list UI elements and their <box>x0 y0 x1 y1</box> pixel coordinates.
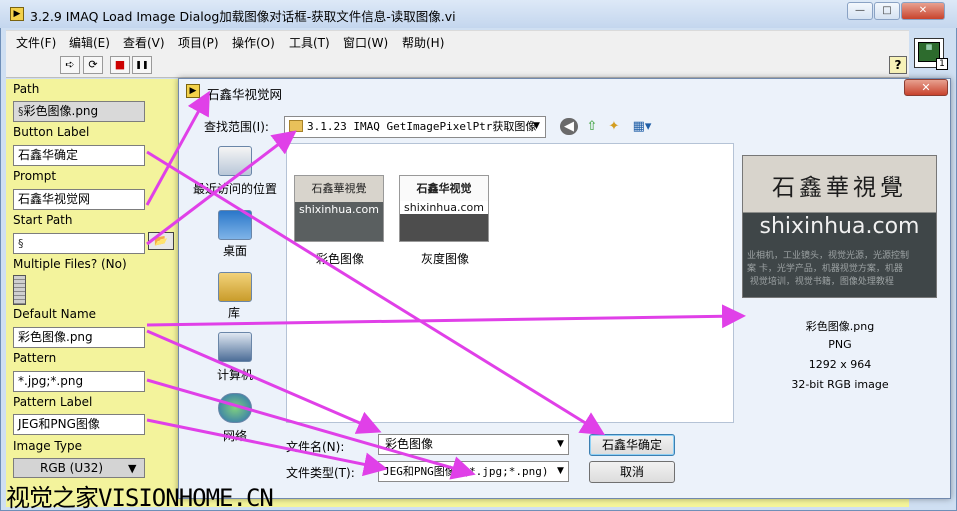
preview-caption: 石鑫華視覺 <box>772 175 907 201</box>
menu-bar: 文件(F) 编辑(E) 查看(V) 项目(P) 操作(O) 工具(T) 窗口(W… <box>6 30 909 52</box>
thumbnail-url: shixinhua.com <box>299 203 379 216</box>
menu-view[interactable]: 查看(V) <box>123 34 165 51</box>
dialog-title: 石鑫华视觉网 <box>207 87 283 102</box>
library-icon[interactable] <box>218 272 252 302</box>
pattern-label-input[interactable]: JEG和PNG图像 <box>13 414 145 435</box>
minimize-icon[interactable]: — <box>847 2 873 20</box>
file-thumbnail[interactable]: 石鑫华视觉 shixinhua.com <box>399 175 489 242</box>
menu-edit[interactable]: 编辑(E) <box>69 34 110 51</box>
place-network[interactable]: 网络 <box>223 427 247 444</box>
file-thumbnail[interactable]: 石鑫華視覺 shixinhua.com <box>294 175 384 242</box>
thumbnail-caption: 石鑫华视觉 <box>416 182 472 195</box>
window-title: 3.2.9 IMAQ Load Image Dialog加载图像对话框-获取文件… <box>30 9 456 24</box>
menu-window[interactable]: 窗口(W) <box>343 34 388 51</box>
recent-places-icon[interactable] <box>218 146 252 176</box>
button-label-input[interactable]: 石鑫华确定 <box>13 145 145 166</box>
chevron-down-icon[interactable]: ▼ <box>557 439 564 449</box>
pause-icon[interactable]: ❚❚ <box>132 56 152 74</box>
default-name-label: Default Name <box>13 307 97 321</box>
preview-dimensions: 1292 x 964 <box>808 358 872 371</box>
close-icon[interactable]: ✕ <box>904 79 948 96</box>
vi-count-badge: 1 <box>936 58 948 70</box>
view-menu-icon[interactable]: ▦▾ <box>628 118 656 135</box>
place-desktop[interactable]: 桌面 <box>223 242 247 259</box>
menu-operate[interactable]: 操作(O) <box>232 34 275 51</box>
file-name[interactable]: 灰度图像 <box>421 250 469 267</box>
start-path-label: Start Path <box>13 213 73 227</box>
labview-vi-icon: ▶ <box>186 84 200 98</box>
filename-input[interactable]: 彩色图像 <box>378 434 569 455</box>
image-type-label: Image Type <box>13 439 82 453</box>
desktop-icon[interactable] <box>218 210 252 240</box>
menu-file[interactable]: 文件(F) <box>16 34 56 51</box>
up-folder-icon[interactable]: ⇧ <box>583 118 601 135</box>
computer-icon[interactable] <box>218 332 252 362</box>
menu-help[interactable]: 帮助(H) <box>402 34 444 51</box>
new-folder-icon[interactable]: ✦ <box>605 118 623 135</box>
start-path-input[interactable]: § <box>13 233 145 254</box>
maximize-icon[interactable]: □ <box>874 2 900 20</box>
preview-filename: 彩色图像.png <box>805 320 875 333</box>
file-name[interactable]: 彩色图像 <box>316 250 364 267</box>
ok-button[interactable]: 石鑫华确定 <box>589 434 675 456</box>
path-indicator: §彩色图像.png <box>13 101 145 122</box>
preview-depth: 32-bit RGB image <box>791 378 889 391</box>
thumbnail-caption: 石鑫華視覺 <box>311 182 367 195</box>
image-preview: 石鑫華視覺 shixinhua.com 业相机，工业镜头，视觉光源，光源控制 案… <box>742 155 937 298</box>
chevron-down-icon[interactable]: ▼ <box>557 466 564 476</box>
labview-vi-icon: ▶ <box>10 7 24 21</box>
prompt-label: Prompt <box>13 169 57 183</box>
look-in-select[interactable]: 3.1.23 IMAQ GetImagePixelPtr获取图像 <box>284 116 546 138</box>
preview-url: shixinhua.com <box>759 214 920 239</box>
run-continuously-icon[interactable]: ⟳ <box>83 56 103 74</box>
pattern-input[interactable]: *.jpg;*.png <box>13 371 145 392</box>
network-icon[interactable] <box>218 393 252 423</box>
filetype-select[interactable]: JEG和PNG图像 (*.jpg;*.png) <box>378 461 569 482</box>
default-name-input[interactable]: 彩色图像.png <box>13 327 145 348</box>
back-icon[interactable]: ◀ <box>560 118 578 135</box>
filename-label: 文件名(N): <box>286 440 345 454</box>
pattern-label: Pattern <box>13 351 57 365</box>
chevron-down-icon[interactable]: ▼ <box>533 121 540 131</box>
pattern-label-label: Pattern Label <box>13 395 93 409</box>
path-value: 彩色图像.png <box>23 104 99 118</box>
thumbnail-url: shixinhua.com <box>400 201 488 214</box>
run-icon[interactable]: ➪ <box>60 56 80 74</box>
place-recent[interactable]: 最近访问的位置 <box>193 180 277 197</box>
multiple-files-switch[interactable] <box>13 275 26 305</box>
filetype-label: 文件类型(T): <box>286 466 355 480</box>
cancel-button[interactable]: 取消 <box>589 461 675 483</box>
context-help-button[interactable]: ? <box>889 56 907 74</box>
place-library[interactable]: 库 <box>228 304 240 321</box>
watermark-text: 视觉之家VISIONHOME.CN <box>6 484 274 511</box>
prompt-input[interactable]: 石鑫华视觉网 <box>13 189 145 210</box>
button-label-label: Button Label <box>13 125 90 139</box>
chevron-down-icon[interactable]: ▼ <box>128 462 136 475</box>
image-type-ring[interactable]: RGB (U32) <box>13 458 145 478</box>
toolbar: ➪ ⟳ ■ ❚❚ <box>6 52 909 78</box>
menu-project[interactable]: 项目(P) <box>178 34 219 51</box>
preview-text: 业相机，工业镜头，视觉光源，光源控制 案 卡，光学产品，机器视觉方案，机器 视觉… <box>747 251 910 287</box>
window-titlebar: ▶ 3.2.9 IMAQ Load Image Dialog加载图像对话框-获取… <box>0 0 957 28</box>
close-icon[interactable]: ✕ <box>901 2 945 20</box>
path-label: Path <box>13 82 40 96</box>
path-icon: § <box>18 237 24 250</box>
menu-tools[interactable]: 工具(T) <box>289 34 330 51</box>
folder-icon <box>289 120 303 132</box>
browse-folder-icon[interactable]: 📂 <box>148 232 174 250</box>
look-in-label: 查找范围(I): <box>204 120 269 134</box>
place-computer[interactable]: 计算机 <box>217 366 253 383</box>
multiple-files-label: Multiple Files? (No) <box>13 257 127 271</box>
preview-format: PNG <box>828 338 852 351</box>
abort-icon[interactable]: ■ <box>110 56 130 74</box>
